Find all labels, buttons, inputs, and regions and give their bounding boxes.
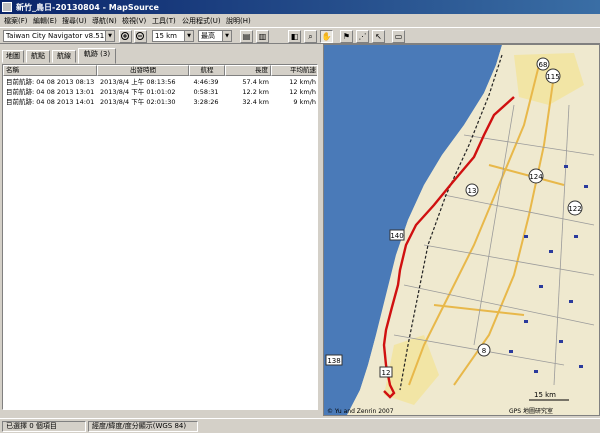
map-canvas[interactable]: 115 124 122 13 140 8 12 138 68 15 km © Y… [324,45,600,416]
track-name: 目前航跡: 04 08 2013 14:01 [6,98,95,106]
column-length[interactable]: 長度 [225,65,271,76]
menu-tools[interactable]: 工具(T) [152,16,176,26]
map-copyright: © Yu and Zenrin 2007 [327,408,394,415]
road-label: 124 [529,173,543,181]
zoom-tool-button[interactable]: ⌕ [304,30,317,43]
zoom-in-icon [121,32,129,40]
route-icon: ⋰ [358,32,367,41]
arrow-pointer-icon: ↖ [375,32,382,41]
device-receive-icon: ▤ [242,32,251,41]
map-tool-button[interactable]: ◧ [288,30,301,43]
track-start-time: 2013/8/4 下午 01:01:02 [100,88,176,96]
mapsource-app-icon[interactable] [2,2,12,12]
map-product-value: Taiwan City Navigator v8.51 NT [6,32,115,40]
map-view[interactable]: 115 124 122 13 140 8 12 138 68 15 km © Y… [323,44,600,416]
detail-level-select[interactable]: 最高 ▼ [198,30,232,42]
road-label: 115 [546,73,559,81]
waypoint-tool-button[interactable]: ⚑ [340,30,353,43]
tab-waypoints[interactable]: 航點 [26,50,50,63]
track-length: 32.4 km [242,98,269,106]
track-start-time: 2013/8/4 下午 02:01:30 [100,98,176,106]
toolbar: Taiwan City Navigator v8.51 NT ▼ 15 km ▼… [0,27,600,44]
tab-tracks[interactable]: 軌跡 (3) [78,48,116,64]
send-to-device-button[interactable]: ▥ [256,30,269,43]
ruler-icon: ▭ [394,32,403,41]
track-avg-speed: 12 km/h [289,88,316,96]
menu-file[interactable]: 檔案(F) [4,16,28,26]
gps-credit: GPS 地圖研究室 [509,407,553,415]
menu-search[interactable]: 搜尋(U) [62,16,87,26]
statusbar: 已選擇 0 個項目 經度/緯度/度分顯示(WGS 84) [0,418,600,433]
track-length: 57.4 km [242,78,269,86]
menubar: 檔案(F) 編輯(E) 搜尋(U) 導航(N) 檢視(V) 工具(T) 公用程式… [0,14,600,27]
zoom-out-button[interactable] [134,30,147,43]
track-name: 目前航跡: 04 08 2013 13:01 [6,88,95,96]
receive-from-device-button[interactable]: ▤ [240,30,253,43]
select-tool-button[interactable]: ↖ [372,30,385,43]
zoom-in-button[interactable] [119,30,132,43]
track-duration: 3:28:26 [193,98,219,106]
menu-utilities[interactable]: 公用程式(U) [182,16,221,26]
road-label: 68 [539,61,548,69]
road-label: 13 [468,187,477,195]
status-selection: 已選擇 0 個項目 [2,421,86,432]
column-start-time[interactable]: 出發時間 [97,65,189,76]
road-label: 140 [390,232,403,240]
track-length: 12.2 km [242,88,269,96]
tracks-list[interactable]: 名稱 出發時間 航程 長度 平均航速 目前航跡: 04 08 2013 08:1… [2,64,318,410]
pan-tool-button[interactable]: ✋ [320,30,333,43]
chevron-down-icon: ▼ [184,31,193,41]
zoom-out-icon [136,32,144,40]
column-name[interactable]: 名稱 [3,65,97,76]
map-product-select[interactable]: Taiwan City Navigator v8.51 NT ▼ [3,30,115,42]
track-duration: 0:58:31 [193,88,219,96]
measure-tool-button[interactable]: ▭ [392,30,405,43]
menu-navigate[interactable]: 導航(N) [92,16,117,26]
menu-help[interactable]: 說明(H) [226,16,251,26]
zoom-scale-value: 15 km [155,32,178,40]
window-titlebar: 新竹_鳥日-20130804 - MapSource [0,0,600,14]
table-row[interactable]: 目前航跡: 04 08 2013 08:13 2013/8/4 上午 08:13… [3,77,317,87]
status-coordinate-format: 經度/緯度/度分顯示(WGS 84) [88,421,198,432]
data-pane: 地圖 航點 航線 軌跡 (3) 名稱 出發時間 航程 長度 平均航速 目前航跡:… [0,44,322,416]
table-row[interactable]: 目前航跡: 04 08 2013 14:01 2013/8/4 下午 02:01… [3,97,317,107]
column-duration[interactable]: 航程 [189,65,225,76]
track-duration: 4:46:39 [193,78,219,86]
column-avg-speed[interactable]: 平均航速 [271,65,317,76]
menu-edit[interactable]: 編輯(E) [33,16,57,26]
device-send-icon: ▥ [258,32,267,41]
zoom-scale-select[interactable]: 15 km ▼ [152,30,194,42]
map-scale-label: 15 km [534,391,556,399]
flag-icon: ⚑ [342,32,351,41]
route-tool-button[interactable]: ⋰ [356,30,369,43]
menu-view[interactable]: 檢視(V) [122,16,146,26]
chevron-down-icon: ▼ [105,31,114,41]
road-label: 12 [382,369,391,377]
track-name: 目前航跡: 04 08 2013 08:13 [6,78,95,86]
hand-icon: ✋ [321,32,332,41]
track-start-time: 2013/8/4 上午 08:13:56 [100,78,176,86]
tracks-list-header: 名稱 出發時間 航程 長度 平均航速 [3,65,317,76]
tab-maps[interactable]: 地圖 [2,50,24,63]
chevron-down-icon: ▼ [222,31,231,41]
road-label: 138 [327,357,340,365]
magnifier-icon: ⌕ [308,32,313,41]
detail-level-value: 最高 [201,32,215,40]
track-avg-speed: 12 km/h [289,78,316,86]
table-row[interactable]: 目前航跡: 04 08 2013 13:01 2013/8/4 下午 01:01… [3,87,317,97]
window-title: 新竹_鳥日-20130804 - MapSource [16,3,159,12]
road-label: 122 [568,205,581,213]
road-label: 8 [482,347,486,355]
track-avg-speed: 9 km/h [293,98,316,106]
tab-routes[interactable]: 航線 [52,50,76,63]
map-tool-icon: ◧ [290,32,299,41]
